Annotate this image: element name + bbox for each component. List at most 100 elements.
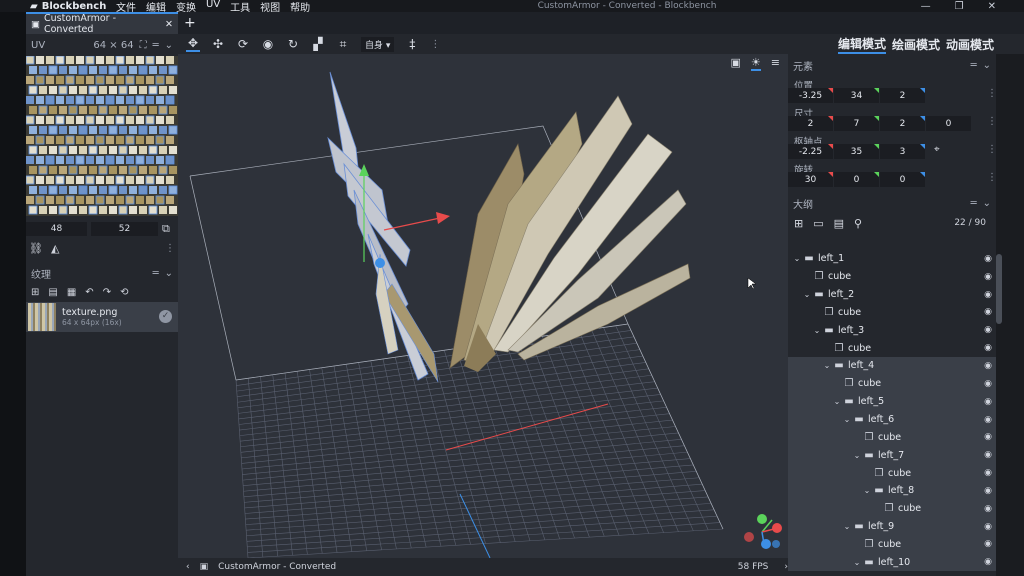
check-icon[interactable]: ✓ [159, 310, 172, 323]
outliner-group-row[interactable]: ⌄ ▬ left_2 ◉ [788, 286, 996, 304]
outliner-group-row[interactable]: ⌄ ▬ left_6 ◉ [788, 410, 996, 429]
close-tab-icon[interactable]: ✕ [165, 19, 173, 30]
eye-icon[interactable]: ◉ [984, 272, 992, 282]
maximize-button[interactable]: ❐ [955, 1, 964, 12]
undo-icon[interactable]: ↶ [85, 287, 93, 298]
pivot-tool-icon[interactable]: ◉ [261, 37, 275, 51]
rotation-y-input[interactable]: 0 [834, 172, 879, 187]
outliner-group-row[interactable]: ⌄ ▬ left_1 ◉ [788, 250, 996, 268]
eye-icon[interactable]: ◉ [984, 539, 992, 549]
outliner-group-row[interactable]: ⌄ ▬ left_4 ◉ [788, 357, 996, 375]
inflate-input[interactable]: 0 [926, 116, 971, 131]
size-z-input[interactable]: 2 [880, 116, 925, 131]
chevron-down-icon[interactable]: ⌄ [852, 558, 862, 567]
eye-icon[interactable]: ◉ [984, 468, 992, 478]
pivot-y-input[interactable]: 35 [834, 144, 879, 159]
chevron-down-icon[interactable]: ⌄ [822, 361, 832, 370]
rotate-tool-icon[interactable]: ⟳ [236, 37, 250, 51]
outliner-cube-row[interactable]: ❒ cube ◉ [788, 428, 996, 447]
eye-icon[interactable]: ◉ [984, 415, 992, 425]
menu-uv[interactable]: UV [206, 0, 220, 14]
sort-icon[interactable]: ▤ [834, 217, 844, 230]
outliner-cube-row[interactable]: ❒ cube ◉ [788, 339, 996, 357]
close-window-button[interactable]: ✕ [988, 1, 996, 12]
more-icon[interactable]: ⋮ [430, 39, 440, 50]
move-tool-icon[interactable]: ✥ [186, 36, 200, 52]
scrollbar-thumb[interactable] [996, 254, 1002, 324]
menu-icon[interactable]: ═ [971, 60, 977, 71]
crop-tool-icon[interactable]: ⌗ [336, 37, 350, 52]
add-group-icon[interactable]: ▭ [813, 217, 823, 230]
uv-input-b[interactable]: 52 [91, 222, 158, 236]
eye-icon[interactable]: ◉ [984, 379, 992, 389]
chevron-down-icon[interactable]: ⌄ [165, 268, 173, 279]
right-wing[interactable] [449, 95, 691, 372]
outliner-group-row[interactable]: ⌄ ▬ left_3 ◉ [788, 321, 996, 339]
transform-space-select[interactable]: 自身 ▾ [361, 36, 395, 52]
eye-icon[interactable]: ◉ [984, 361, 992, 371]
outliner-cube-row[interactable]: ❒ cube ◉ [788, 304, 996, 322]
eye-icon[interactable]: ◉ [984, 450, 992, 460]
uv-input-a[interactable]: 48 [26, 222, 87, 236]
chevron-down-icon[interactable]: ⌄ [832, 397, 842, 406]
outliner-cube-row[interactable]: ❒ cube ◉ [788, 535, 996, 554]
add-texture-icon[interactable]: ⊞ [31, 287, 39, 298]
minimize-button[interactable]: — [921, 1, 931, 12]
sun-icon[interactable]: ☀ [750, 56, 761, 71]
image-icon[interactable]: ▣ [731, 56, 741, 71]
outliner-cube-row[interactable]: ❒ cube ◉ [788, 464, 996, 482]
animate-mode-tab[interactable]: 动画模式 [946, 36, 994, 53]
menu-icon[interactable]: ═ [153, 268, 159, 279]
navigation-gizmo[interactable] [744, 514, 782, 549]
outliner-group-row[interactable]: ⌄ ▬ left_7 ◉ [788, 446, 996, 465]
eye-icon[interactable]: ◉ [984, 397, 992, 407]
eye-icon[interactable]: ◉ [984, 504, 992, 514]
3d-viewport[interactable]: ▣ ☀ ≡ [178, 54, 788, 558]
chevron-down-icon[interactable]: ⌄ [983, 198, 991, 209]
vertex-snap-icon[interactable]: ↻ [286, 37, 300, 51]
outliner-cube-row[interactable]: ❒ cube ◉ [788, 499, 996, 518]
mirror-icon[interactable]: ◭ [51, 242, 59, 255]
menu-tools[interactable]: 工具 [230, 0, 250, 14]
chevron-down-icon[interactable]: ⌄ [852, 451, 862, 460]
copy-icon[interactable]: ⧉ [162, 222, 170, 236]
eye-icon[interactable]: ◉ [984, 522, 992, 532]
eye-icon[interactable]: ◉ [984, 432, 992, 442]
import-texture-icon[interactable]: ▤ [48, 287, 57, 298]
grid-tool-icon[interactable]: ▞ [311, 37, 325, 51]
outliner-group-row[interactable]: ⌄ ▬ left_8 ◉ [788, 481, 996, 500]
size-x-input[interactable]: 2 [788, 116, 833, 131]
right-scrollbar[interactable] [996, 54, 1024, 576]
eye-icon[interactable]: ◉ [984, 557, 992, 567]
resize-tool-icon[interactable]: ✣ [211, 37, 225, 51]
align-icon[interactable]: ‡ [405, 37, 419, 51]
chevron-down-icon[interactable]: ⌄ [862, 486, 872, 495]
position-x-input[interactable]: -3.25 [788, 88, 833, 103]
outliner-group-row[interactable]: ⌄ ▬ left_10 ◉ [788, 553, 996, 572]
eye-icon[interactable]: ◉ [984, 290, 992, 300]
chevron-down-icon[interactable]: ⌄ [812, 326, 822, 335]
outliner-group-row[interactable]: ⌄ ▬ left_5 ◉ [788, 392, 996, 411]
pivot-z-input[interactable]: 3 [880, 144, 925, 159]
more-icon[interactable]: ⋮ [165, 243, 175, 254]
pivot-x-input[interactable]: -2.25 [788, 144, 833, 159]
link-icon[interactable]: ⛓ [29, 242, 43, 255]
left-wing[interactable] [327, 71, 450, 383]
eye-icon[interactable]: ◉ [984, 254, 992, 264]
menu-icon[interactable]: ═ [971, 198, 977, 209]
search-icon[interactable]: ⚲ [854, 217, 862, 230]
eye-icon[interactable]: ◉ [984, 343, 992, 353]
outliner-cube-row[interactable]: ❒ cube ◉ [788, 268, 996, 286]
eye-icon[interactable]: ◉ [984, 325, 992, 335]
chevron-down-icon[interactable]: ⌄ [983, 60, 991, 71]
chevron-left-icon[interactable]: ‹ [186, 562, 190, 572]
position-y-input[interactable]: 34 [834, 88, 879, 103]
menu-help[interactable]: 帮助 [290, 0, 310, 14]
eye-icon[interactable]: ◉ [984, 307, 992, 317]
uv-editor-canvas[interactable] [26, 56, 178, 216]
add-cube-icon[interactable]: ⊞ [794, 217, 803, 230]
outliner-cube-row[interactable]: ❒ cube ◉ [788, 374, 996, 393]
texture-item[interactable]: texture.png 64 x 64px (16x) ✓ [26, 302, 178, 332]
size-y-input[interactable]: 7 [834, 116, 879, 131]
position-z-input[interactable]: 2 [880, 88, 925, 103]
